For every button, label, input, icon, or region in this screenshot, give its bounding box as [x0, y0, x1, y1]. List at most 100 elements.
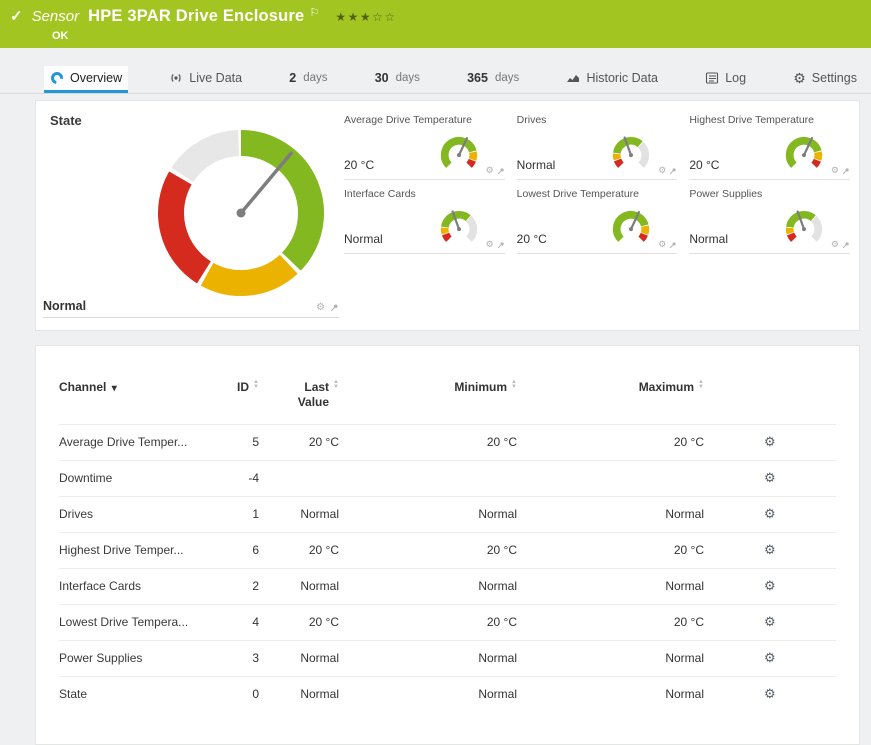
channel-name: Downtime	[59, 461, 199, 497]
last-value: Normal	[259, 641, 339, 677]
channel-name: Power Supplies	[59, 641, 199, 677]
table-row: Drives 1 Normal Normal Normal ⚙	[59, 497, 836, 533]
mini-gauge-drives[interactable]: Drives Normal ⚙	[517, 111, 678, 180]
channel-name: Average Drive Temper...	[59, 425, 199, 461]
last-value: Normal	[259, 677, 339, 713]
tab-historic-data[interactable]: Historic Data	[560, 66, 664, 93]
channel-settings-icon[interactable]: ⚙	[764, 650, 776, 665]
channel-id: 4	[199, 605, 259, 641]
sensor-header: ✓ Sensor HPE 3PAR Drive Enclosure ⚐ ★★★☆…	[0, 0, 871, 48]
channel-settings-icon[interactable]: ⚙	[764, 542, 776, 557]
column-header-channel[interactable]: Channel ▾	[59, 380, 199, 425]
mini-gauge-lowest-drive-temperature[interactable]: Lowest Drive Temperature 20 °C ⚙	[517, 185, 678, 254]
priority-flag-icon[interactable]: ⚐	[309, 6, 319, 19]
column-label: Channel	[59, 380, 106, 394]
table-row: Downtime -4 ⚙	[59, 461, 836, 497]
table-row: Interface Cards 2 Normal Normal Normal ⚙	[59, 569, 836, 605]
mini-gauge-title: Lowest Drive Temperature	[517, 185, 678, 200]
gauge-settings-icon[interactable]: ⚙	[316, 302, 325, 313]
channel-settings-icon[interactable]: ⚙	[764, 434, 776, 449]
minimum-value: 20 °C	[339, 605, 517, 641]
mini-gauge-power-supplies[interactable]: Power Supplies Normal ⚙	[689, 185, 850, 254]
tab-30-days[interactable]: 30 days	[369, 66, 426, 93]
maximum-value: Normal	[517, 497, 704, 533]
channel-id: -4	[199, 461, 259, 497]
mini-gauge-title: Highest Drive Temperature	[689, 111, 850, 126]
tab-live-data[interactable]: Live Data	[163, 66, 248, 93]
gauge-settings-icon[interactable]: ⚙	[486, 239, 494, 250]
pin-icon[interactable]	[669, 167, 677, 175]
gauge-settings-icon[interactable]: ⚙	[658, 165, 666, 176]
pin-icon[interactable]	[497, 241, 505, 249]
minimum-value: Normal	[339, 569, 517, 605]
mini-gauge-value: Normal	[517, 158, 556, 172]
temperature-gauge-icon	[437, 132, 481, 176]
pin-icon[interactable]	[842, 241, 850, 249]
last-value: Normal	[259, 569, 339, 605]
page-title: HPE 3PAR Drive Enclosure	[88, 7, 304, 26]
state-gauge-title: State	[50, 113, 82, 128]
table-row: Lowest Drive Tempera... 4 20 °C 20 °C 20…	[59, 605, 836, 641]
minimum-value	[339, 461, 517, 497]
tab-365-days[interactable]: 365 days	[461, 66, 525, 93]
temperature-gauge-icon	[609, 206, 653, 250]
sort-icon[interactable]: ▲▼	[253, 380, 259, 390]
pin-icon[interactable]	[330, 303, 339, 312]
gauge-settings-icon[interactable]: ⚙	[486, 165, 494, 176]
settings-gear-icon: ⚙	[793, 70, 806, 87]
mini-gauge-value: 20 °C	[517, 232, 547, 246]
channel-settings-icon[interactable]: ⚙	[764, 470, 776, 485]
channel-name: Drives	[59, 497, 199, 533]
mini-gauge-title: Average Drive Temperature	[344, 111, 505, 126]
state-gauge	[151, 123, 331, 303]
mini-gauge-title: Power Supplies	[689, 185, 850, 200]
minimum-value: 20 °C	[339, 425, 517, 461]
channel-table-panel: Channel ▾ ID▲▼ Last Value ▲▼ Minimum ▲▼ Ma…	[35, 345, 860, 745]
sort-icon[interactable]: ▲▼	[511, 380, 517, 390]
status-badge: OK	[52, 30, 69, 42]
channel-settings-icon[interactable]: ⚙	[764, 578, 776, 593]
gauge-settings-icon[interactable]: ⚙	[658, 239, 666, 250]
mini-gauge-value: Normal	[344, 232, 383, 246]
pin-icon[interactable]	[497, 167, 505, 175]
tab-label-unit: days	[303, 72, 327, 84]
channel-settings-icon[interactable]: ⚙	[764, 506, 776, 521]
column-header-minimum[interactable]: Minimum ▲▼	[339, 380, 517, 425]
mini-gauge-interface-cards[interactable]: Interface Cards Normal ⚙	[344, 185, 505, 254]
column-label: Last Value	[287, 380, 329, 410]
column-label: Minimum	[454, 380, 507, 394]
tab-label-unit: days	[495, 72, 519, 84]
tab-label: Settings	[812, 71, 857, 85]
column-header-maximum[interactable]: Maximum ▲▼	[517, 380, 704, 425]
column-header-last-value[interactable]: Last Value ▲▼	[259, 380, 339, 425]
mini-gauge-avg-drive-temperature[interactable]: Average Drive Temperature 20 °C ⚙	[344, 111, 505, 180]
gauge-settings-icon[interactable]: ⚙	[831, 165, 839, 176]
pin-icon[interactable]	[842, 167, 850, 175]
sort-icon[interactable]: ▲▼	[698, 380, 704, 390]
live-data-icon	[169, 71, 183, 85]
tab-2-days[interactable]: 2 days	[283, 66, 333, 93]
priority-stars[interactable]: ★★★☆☆	[335, 10, 396, 24]
tab-label-unit: days	[396, 72, 420, 84]
channel-table: Channel ▾ ID▲▼ Last Value ▲▼ Minimum ▲▼ Ma…	[59, 380, 836, 712]
minimum-value: Normal	[339, 641, 517, 677]
column-header-id[interactable]: ID▲▼	[199, 380, 259, 425]
column-label: Maximum	[639, 380, 694, 394]
tab-label: Overview	[70, 71, 122, 85]
tab-settings[interactable]: ⚙ Settings	[787, 66, 863, 93]
gauge-settings-icon[interactable]: ⚙	[831, 239, 839, 250]
maximum-value: Normal	[517, 641, 704, 677]
last-value: 20 °C	[259, 533, 339, 569]
maximum-value: Normal	[517, 569, 704, 605]
minimum-value: 20 °C	[339, 533, 517, 569]
channel-name: State	[59, 677, 199, 713]
status-gauge-icon	[609, 132, 653, 176]
minimum-value: Normal	[339, 497, 517, 533]
tab-overview[interactable]: Overview	[44, 66, 128, 93]
minimum-value: Normal	[339, 677, 517, 713]
channel-settings-icon[interactable]: ⚙	[764, 614, 776, 629]
pin-icon[interactable]	[669, 241, 677, 249]
tab-log[interactable]: Log	[699, 66, 752, 93]
mini-gauge-highest-drive-temperature[interactable]: Highest Drive Temperature 20 °C ⚙	[689, 111, 850, 180]
sort-icon[interactable]: ▲▼	[333, 380, 339, 390]
